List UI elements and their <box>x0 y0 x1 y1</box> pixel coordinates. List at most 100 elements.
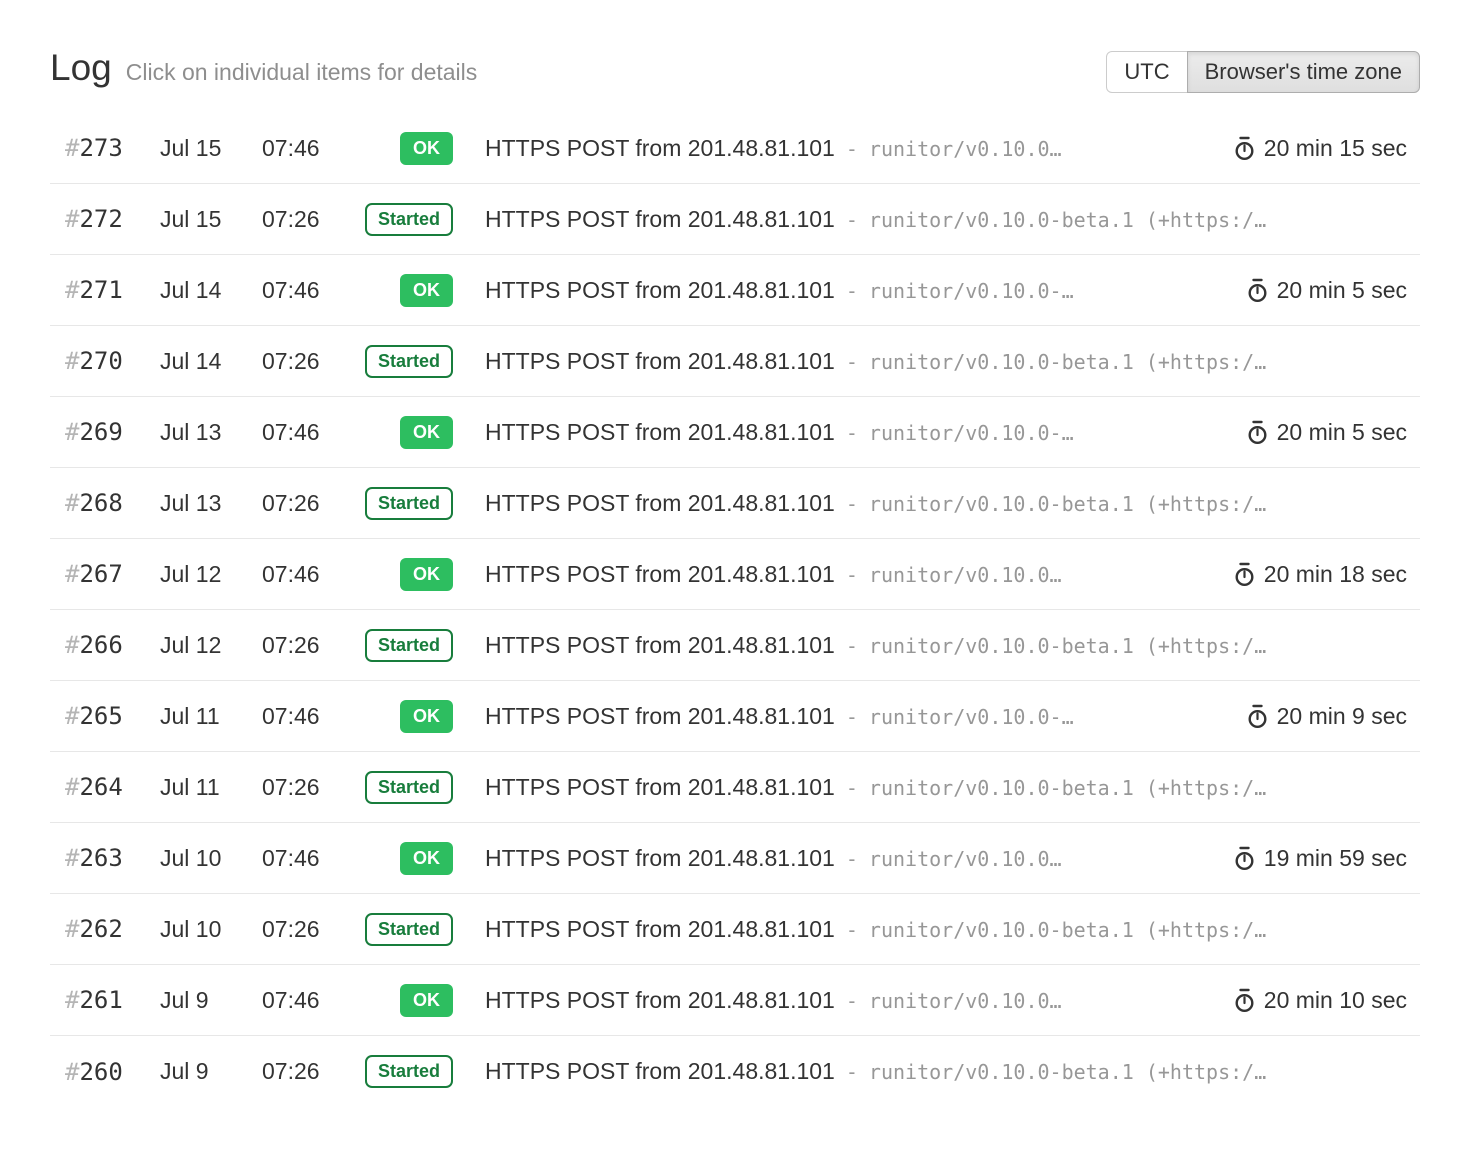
user-agent-text: runitor/v0.10.0-… <box>869 705 1074 729</box>
event-number: #272 <box>50 205 160 233</box>
stopwatch-icon <box>1246 278 1269 303</box>
log-table: #273 Jul 15 07:46 OK HTTPS POST from 201… <box>50 113 1420 1107</box>
event-number: #267 <box>50 560 160 588</box>
table-row[interactable]: #270 Jul 14 07:26 Started HTTPS POST fro… <box>50 326 1420 397</box>
event-number: #265 <box>50 702 160 730</box>
stopwatch-icon <box>1233 562 1256 587</box>
event-time: 07:26 <box>262 348 332 375</box>
event-time: 07:26 <box>262 206 332 233</box>
status-cell: OK <box>332 274 453 307</box>
status-badge: Started <box>365 203 453 236</box>
table-row[interactable]: #261 Jul 9 07:46 OK HTTPS POST from 201.… <box>50 965 1420 1036</box>
event-number: #262 <box>50 915 160 943</box>
event-message: HTTPS POST from 201.48.81.101 <box>485 916 835 943</box>
stopwatch-icon <box>1233 988 1256 1013</box>
table-row[interactable]: #262 Jul 10 07:26 Started HTTPS POST fro… <box>50 894 1420 965</box>
event-message: HTTPS POST from 201.48.81.101 <box>485 703 835 730</box>
duration-text: 20 min 9 sec <box>1277 703 1407 730</box>
status-cell: Started <box>332 629 453 662</box>
status-badge: Started <box>365 629 453 662</box>
table-row[interactable]: #264 Jul 11 07:26 Started HTTPS POST fro… <box>50 752 1420 823</box>
event-date: Jul 11 <box>160 774 262 801</box>
table-row[interactable]: #272 Jul 15 07:26 Started HTTPS POST fro… <box>50 184 1420 255</box>
event-time: 07:26 <box>262 632 332 659</box>
event-date: Jul 9 <box>160 987 262 1014</box>
hash-prefix: # <box>65 347 79 375</box>
event-time: 07:46 <box>262 987 332 1014</box>
user-agent-text: runitor/v0.10.0-beta.1 (+https:/… <box>869 208 1266 232</box>
separator-dash: - <box>846 705 858 729</box>
timezone-toggle: UTC Browser's time zone <box>1106 51 1420 93</box>
event-message: HTTPS POST from 201.48.81.101 <box>485 987 835 1014</box>
event-message: HTTPS POST from 201.48.81.101 <box>485 774 835 801</box>
hash-prefix: # <box>65 1058 79 1086</box>
event-duration: 20 min 5 sec <box>1246 419 1420 446</box>
event-duration: 20 min 10 sec <box>1233 987 1420 1014</box>
status-badge: OK <box>400 842 453 875</box>
hash-prefix: # <box>65 915 79 943</box>
table-row[interactable]: #273 Jul 15 07:46 OK HTTPS POST from 201… <box>50 113 1420 184</box>
event-number: #261 <box>50 986 160 1014</box>
event-description: HTTPS POST from 201.48.81.101 - runitor/… <box>485 987 1217 1014</box>
status-badge: OK <box>400 132 453 165</box>
table-row[interactable]: #267 Jul 12 07:46 OK HTTPS POST from 201… <box>50 539 1420 610</box>
status-badge: OK <box>400 274 453 307</box>
duration-text: 19 min 59 sec <box>1264 845 1407 872</box>
status-cell: OK <box>332 984 453 1017</box>
user-agent-text: runitor/v0.10.0-beta.1 (+https:/… <box>869 350 1266 374</box>
event-number: #273 <box>50 134 160 162</box>
status-cell: Started <box>332 913 453 946</box>
status-badge: OK <box>400 558 453 591</box>
event-description: HTTPS POST from 201.48.81.101 - runitor/… <box>485 561 1217 588</box>
utc-button[interactable]: UTC <box>1106 51 1187 93</box>
event-date: Jul 11 <box>160 703 262 730</box>
status-cell: Started <box>332 771 453 804</box>
event-duration: 19 min 59 sec <box>1233 845 1420 872</box>
event-number-value: 265 <box>79 702 122 730</box>
event-number: #268 <box>50 489 160 517</box>
hash-prefix: # <box>65 560 79 588</box>
event-time: 07:26 <box>262 490 332 517</box>
event-date: Jul 15 <box>160 135 262 162</box>
separator-dash: - <box>846 847 858 871</box>
table-row[interactable]: #269 Jul 13 07:46 OK HTTPS POST from 201… <box>50 397 1420 468</box>
table-row[interactable]: #271 Jul 14 07:46 OK HTTPS POST from 201… <box>50 255 1420 326</box>
event-number-value: 267 <box>79 560 122 588</box>
table-row[interactable]: #263 Jul 10 07:46 OK HTTPS POST from 201… <box>50 823 1420 894</box>
event-message: HTTPS POST from 201.48.81.101 <box>485 206 835 233</box>
table-row[interactable]: #265 Jul 11 07:46 OK HTTPS POST from 201… <box>50 681 1420 752</box>
event-number: #264 <box>50 773 160 801</box>
table-row[interactable]: #268 Jul 13 07:26 Started HTTPS POST fro… <box>50 468 1420 539</box>
event-number-value: 264 <box>79 773 122 801</box>
event-time: 07:26 <box>262 774 332 801</box>
hash-prefix: # <box>65 205 79 233</box>
event-number-value: 269 <box>79 418 122 446</box>
event-date: Jul 14 <box>160 277 262 304</box>
event-date: Jul 12 <box>160 632 262 659</box>
status-badge: Started <box>365 913 453 946</box>
event-message: HTTPS POST from 201.48.81.101 <box>485 135 835 162</box>
user-agent-text: runitor/v0.10.0-beta.1 (+https:/… <box>869 1060 1266 1084</box>
stopwatch-icon <box>1233 846 1256 871</box>
separator-dash: - <box>846 634 858 658</box>
event-number: #260 <box>50 1058 160 1086</box>
stopwatch-icon <box>1233 136 1256 161</box>
event-number: #269 <box>50 418 160 446</box>
table-row[interactable]: #260 Jul 9 07:26 Started HTTPS POST from… <box>50 1036 1420 1107</box>
event-message: HTTPS POST from 201.48.81.101 <box>485 1058 835 1085</box>
status-cell: OK <box>332 842 453 875</box>
user-agent-text: runitor/v0.10.0-beta.1 (+https:/… <box>869 492 1266 516</box>
separator-dash: - <box>846 492 858 516</box>
event-message: HTTPS POST from 201.48.81.101 <box>485 490 835 517</box>
duration-text: 20 min 5 sec <box>1277 277 1407 304</box>
status-badge: OK <box>400 416 453 449</box>
event-date: Jul 13 <box>160 490 262 517</box>
separator-dash: - <box>846 918 858 942</box>
browser-timezone-button[interactable]: Browser's time zone <box>1187 51 1420 93</box>
separator-dash: - <box>846 137 858 161</box>
hash-prefix: # <box>65 489 79 517</box>
user-agent-text: runitor/v0.10.0-beta.1 (+https:/… <box>869 776 1266 800</box>
event-time: 07:46 <box>262 419 332 446</box>
table-row[interactable]: #266 Jul 12 07:26 Started HTTPS POST fro… <box>50 610 1420 681</box>
duration-text: 20 min 10 sec <box>1264 987 1407 1014</box>
